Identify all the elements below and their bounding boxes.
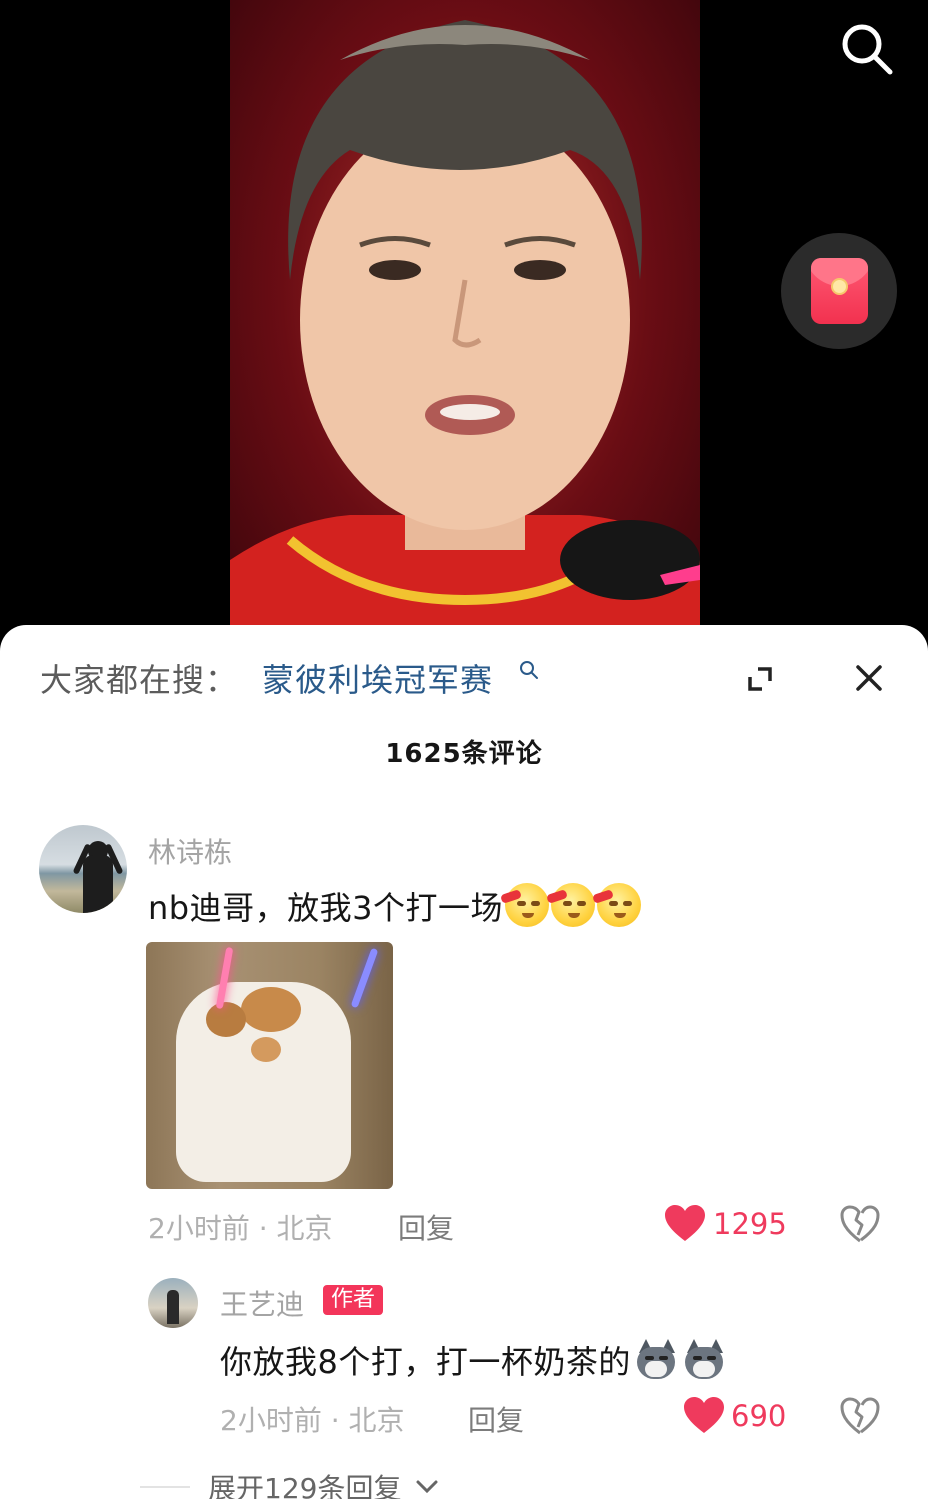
comment-count-title: 1625条评论 <box>385 739 543 769</box>
comment-image-cat-gif[interactable] <box>146 942 393 1189</box>
author-badge: 作者 <box>323 1285 384 1315</box>
search-suggest-term[interactable]: 蒙彼利埃冠军赛 <box>262 655 493 701</box>
like-count: 690 <box>731 1399 787 1433</box>
avatar[interactable] <box>39 825 127 913</box>
comment-text: nb迪哥，放我3个打一场 <box>148 883 641 929</box>
expand-replies-button[interactable]: 展开129条回复 <box>208 1467 440 1499</box>
avatar[interactable] <box>148 1278 198 1328</box>
reply-username[interactable]: 王艺迪 <box>220 1283 304 1323</box>
like-count: 1295 <box>713 1207 787 1241</box>
reply-button[interactable]: 回复 <box>468 1399 524 1439</box>
wolf-emoji-icon <box>633 1339 679 1381</box>
like-heart-icon[interactable] <box>684 1397 724 1435</box>
red-envelope-button[interactable] <box>781 233 897 349</box>
close-icon[interactable] <box>848 657 890 699</box>
comment-time-location: 2小时前 · 北京 <box>148 1212 333 1245</box>
comment-text-content: nb迪哥，放我3个打一场 <box>148 889 503 927</box>
search-suggest-prefix: 大家都在搜： <box>40 661 239 699</box>
reply-text: 你放我8个打，打一杯奶茶的 <box>220 1337 727 1383</box>
grin-emoji-icon <box>500 883 549 927</box>
comment-panel: 大家都在搜： 蒙彼利埃冠军赛 1625条评论 林诗栋 nb迪哥，放我3个打一场 <box>0 625 928 1499</box>
grin-emoji-icon <box>546 883 595 927</box>
video-player[interactable] <box>0 0 928 650</box>
reply-text-content: 你放我8个打，打一杯奶茶的 <box>220 1343 631 1381</box>
expand-replies-label: 展开129条回复 <box>208 1472 402 1499</box>
expand-divider <box>140 1486 190 1488</box>
grin-emoji-icon <box>592 883 641 927</box>
dislike-broken-heart-icon[interactable] <box>840 1205 880 1243</box>
comment-username[interactable]: 林诗栋 <box>148 831 232 871</box>
search-icon[interactable] <box>836 18 898 80</box>
reply-button[interactable]: 回复 <box>398 1207 454 1247</box>
video-frame[interactable] <box>230 0 700 640</box>
red-envelope-icon <box>811 258 868 324</box>
video-person-image <box>230 20 700 640</box>
search-mini-icon <box>520 661 538 679</box>
dislike-broken-heart-icon[interactable] <box>840 1397 880 1435</box>
chevron-down-icon <box>416 1480 438 1494</box>
like-heart-icon[interactable] <box>665 1205 705 1243</box>
fullscreen-expand-icon[interactable] <box>740 659 780 699</box>
reply-time-location: 2小时前 · 北京 <box>220 1404 405 1437</box>
wolf-emoji-icon <box>681 1339 727 1381</box>
